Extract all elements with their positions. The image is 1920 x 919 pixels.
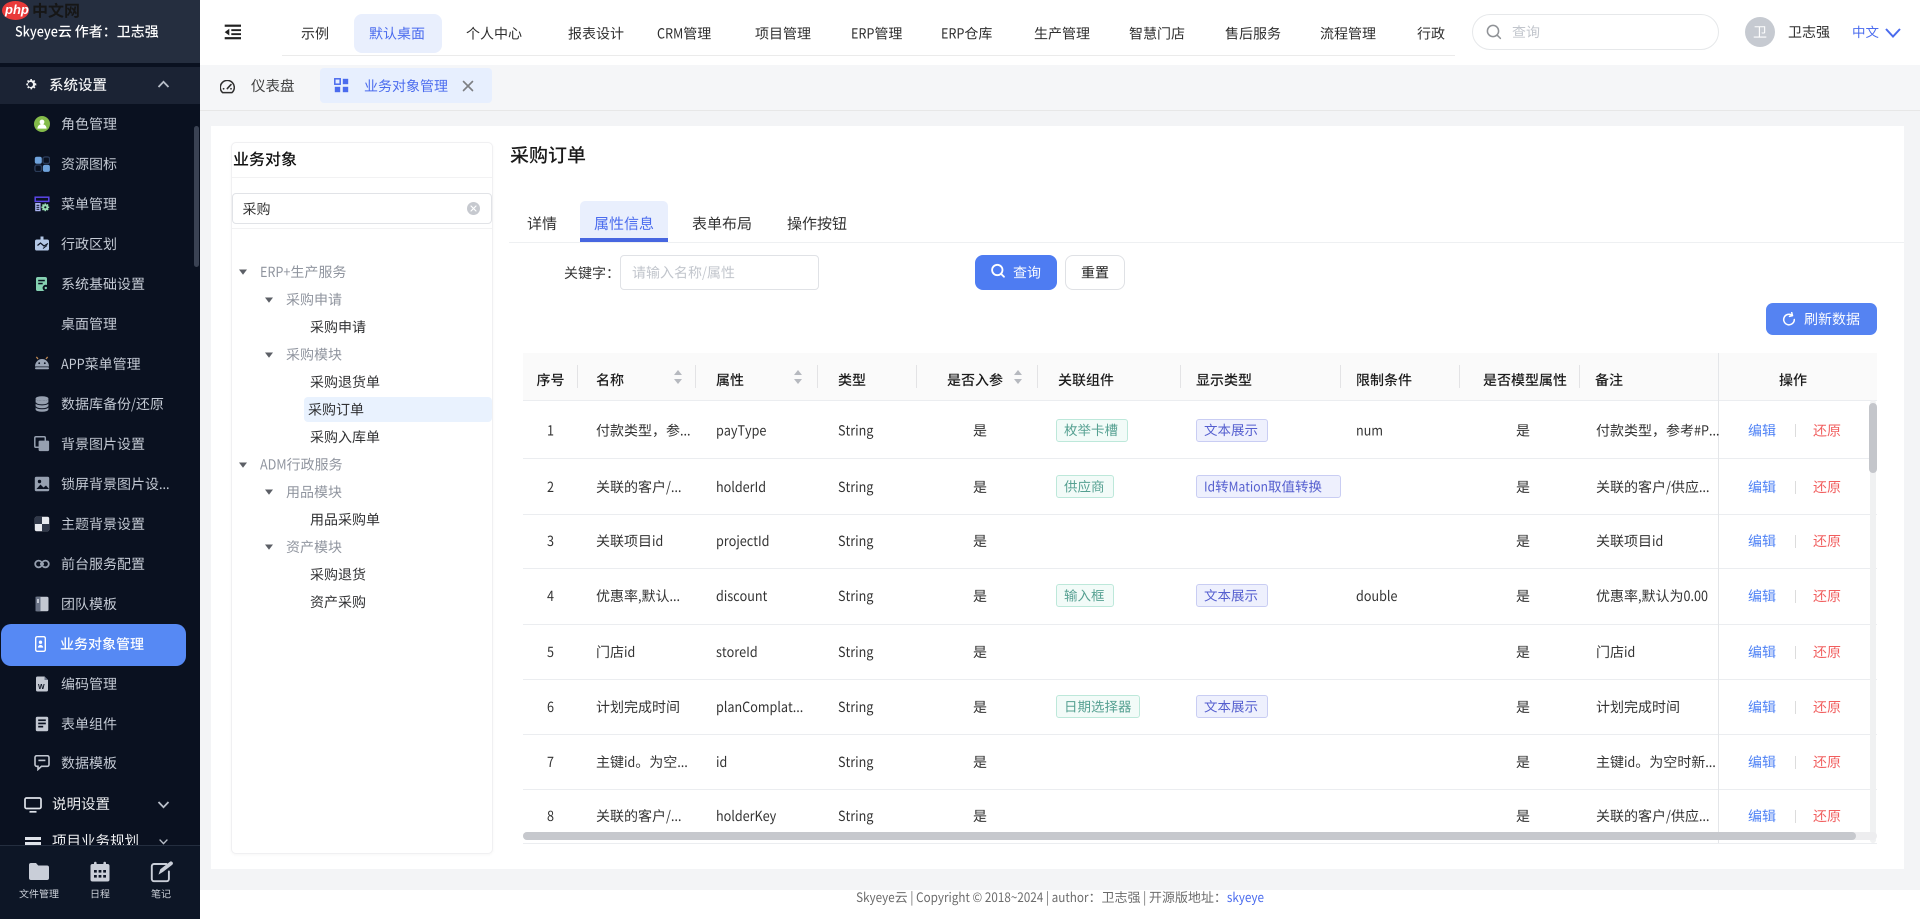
svg-text:W: W: [38, 684, 45, 691]
